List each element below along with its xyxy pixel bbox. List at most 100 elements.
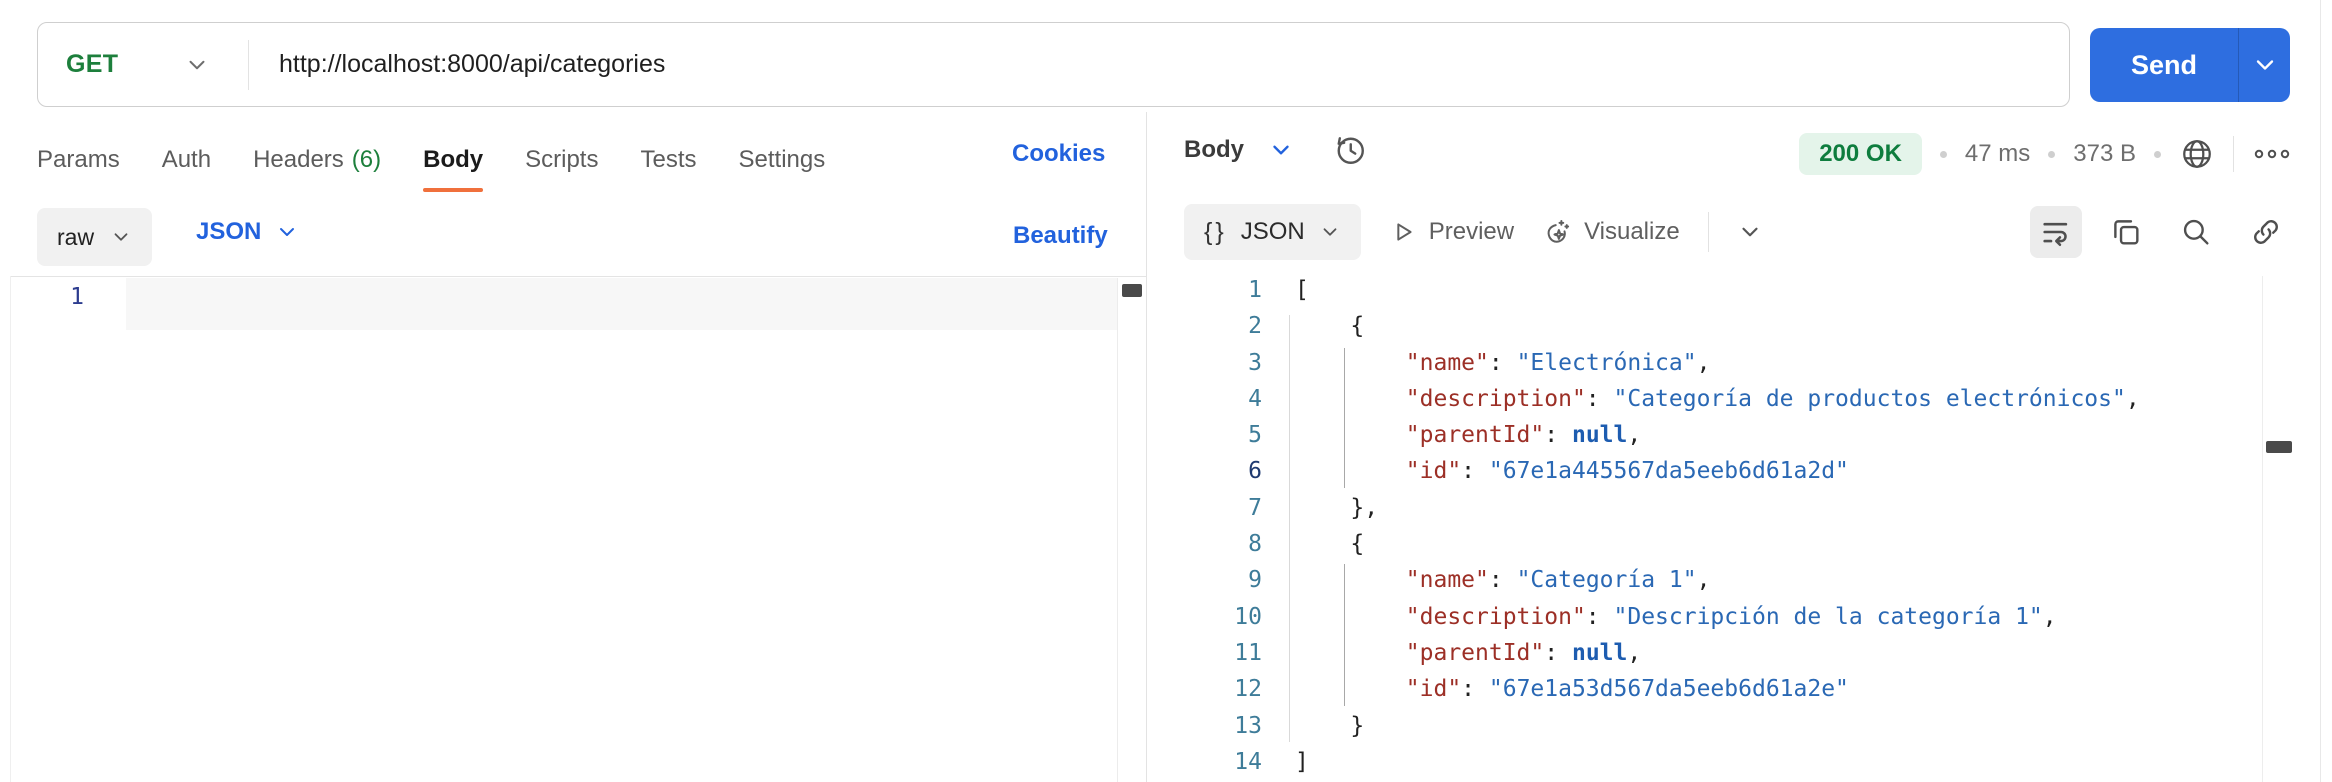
link-button[interactable] [2240,206,2292,258]
response-pane-label: Body [1184,136,1244,163]
indent-guide [1344,564,1345,706]
tab-settings[interactable]: Settings [739,146,826,174]
beautify-link[interactable]: Beautify [1013,222,1108,250]
cookies-link[interactable]: Cookies [1012,140,1105,168]
response-body-viewer[interactable]: 1[2 {3 "name": "Electrónica", 4 "descript… [1166,272,2260,780]
response-pane-selector[interactable]: Body [1184,132,1368,168]
panel-divider[interactable] [1146,112,1147,782]
search-button[interactable] [2170,206,2222,258]
editor-scrollbar-thumb[interactable] [1122,284,1142,297]
code-content: ] [1295,748,1309,775]
url-input[interactable] [249,50,2069,79]
body-format-selector[interactable]: raw [37,208,153,266]
divider [1707,212,1709,252]
send-button[interactable]: Send [2090,28,2290,102]
response-history-icon[interactable] [1332,132,1368,168]
code-line[interactable]: 12 "id": "67e1a53d567da5eeb6d61a2e" [1166,671,2260,707]
response-status-bar: 200 OK 47 ms 373 B [1799,130,2292,178]
code-content: "id": "67e1a445567da5eeb6d61a2d" [1405,458,1849,485]
tab-label: Settings [738,146,826,173]
code-line[interactable]: 11 "parentId": null, [1166,635,2260,671]
tab-label: Tests [640,146,697,173]
response-size: 373 B [2073,140,2136,167]
indent-guide [1289,315,1290,742]
response-scrollbar-thumb[interactable] [2266,441,2292,453]
code-line[interactable]: 9 "name": "Categoría 1", [1166,562,2260,598]
tab-label: Scripts [525,146,599,173]
code-line[interactable]: 7 }, [1166,490,2260,526]
editor-active-line[interactable] [126,278,1117,330]
status-badge[interactable]: 200 OK [1799,133,1922,175]
url-bar: GET [37,22,2070,107]
search-icon [2183,219,2209,245]
sparkle-icon [1547,220,1570,243]
code-line[interactable]: 10 "description": "Descripción de la cat… [1166,599,2260,635]
more-options-icon[interactable] [2252,142,2292,166]
visualize-label: Visualize [1584,218,1680,245]
method-selector[interactable]: GET [38,50,248,79]
chevron-down-icon[interactable] [2251,51,2279,79]
code-line[interactable]: 6 "id": "67e1a445567da5eeb6d61a2d" [1166,453,2260,489]
code-line[interactable]: 2 { [1166,308,2260,344]
api-client-request-view: GET Send Params Auth Headers (6) Body Scripts… [0,0,2332,782]
request-tabs: Params Auth Headers (6) Body Scripts Tests Sett… [37,132,826,192]
tab-tests[interactable]: Tests [640,146,696,174]
code-line[interactable]: 8 { [1166,526,2260,562]
tab-auth[interactable]: Auth [162,146,211,174]
response-format-selector[interactable]: {} JSON [1184,204,1361,260]
line-number: 5 [1248,422,1262,449]
chevron-down-icon [114,233,128,241]
separator-dot [1939,150,1947,158]
code-line[interactable]: 4 "description": "Categoría de productos… [1166,381,2260,417]
send-button-label: Send [2130,49,2197,80]
preview-label: Preview [1428,218,1515,245]
code-line[interactable]: 3 "name": "Electrónica", [1166,345,2260,381]
chevron-down-icon[interactable] [1737,219,1763,245]
line-number: 1 [1248,277,1262,303]
divider [2320,0,2321,782]
response-action-icons [2030,206,2292,258]
code-content: "description": "Descripción de la catego… [1405,603,2057,630]
body-language-selector[interactable]: JSON [196,218,299,246]
code-content: "description": "Categoría de productos e… [1405,385,2140,412]
preview-button[interactable]: Preview [1389,218,1514,246]
code-line[interactable]: 5 "parentId": null, [1166,417,2260,453]
code-content: } [1350,712,1365,739]
line-number: 14 [1234,748,1262,775]
copy-button[interactable] [2100,206,2152,258]
line-number: 11 [1234,639,1262,666]
separator-dot [2154,150,2161,158]
line-number: 13 [1234,712,1262,739]
chevron-down-icon [1273,145,1289,155]
tab-scripts[interactable]: Scripts [525,146,598,174]
chevron-down-icon [189,60,205,69]
braces-icon: {} [1204,217,1227,246]
tab-count-badge: (6) [351,146,382,173]
link-icon [2254,220,2278,244]
chevron-down-icon [280,228,295,236]
tab-headers[interactable]: Headers (6) [253,146,381,174]
line-number: 6 [1248,458,1262,485]
line-number: 4 [1248,385,1262,412]
line-number: 12 [1234,676,1262,703]
response-toolbar: {} JSON Preview Visualize [1184,204,1763,260]
line-number: 8 [1248,531,1262,558]
visualize-button[interactable]: Visualize [1542,217,1680,247]
tab-body[interactable]: Body [423,146,484,192]
code-content: "name": "Categoría 1", [1405,567,1711,594]
divider [10,276,1146,277]
code-content: [ [1295,277,1309,303]
code-content: { [1350,531,1365,558]
play-outline-icon [1397,223,1412,241]
code-line[interactable]: 13 } [1166,708,2260,744]
editor-line-number: 1 [70,284,84,310]
tab-params[interactable]: Params [37,146,120,174]
code-content: }, [1350,494,1379,521]
method-label: GET [66,50,119,78]
code-line[interactable]: 14] [1166,744,2260,780]
wrap-text-icon [2043,222,2068,247]
line-number: 10 [1234,603,1262,630]
network-globe-icon[interactable] [2179,136,2215,172]
wrap-text-button[interactable] [2030,206,2082,258]
code-line[interactable]: 1[ [1166,272,2260,308]
